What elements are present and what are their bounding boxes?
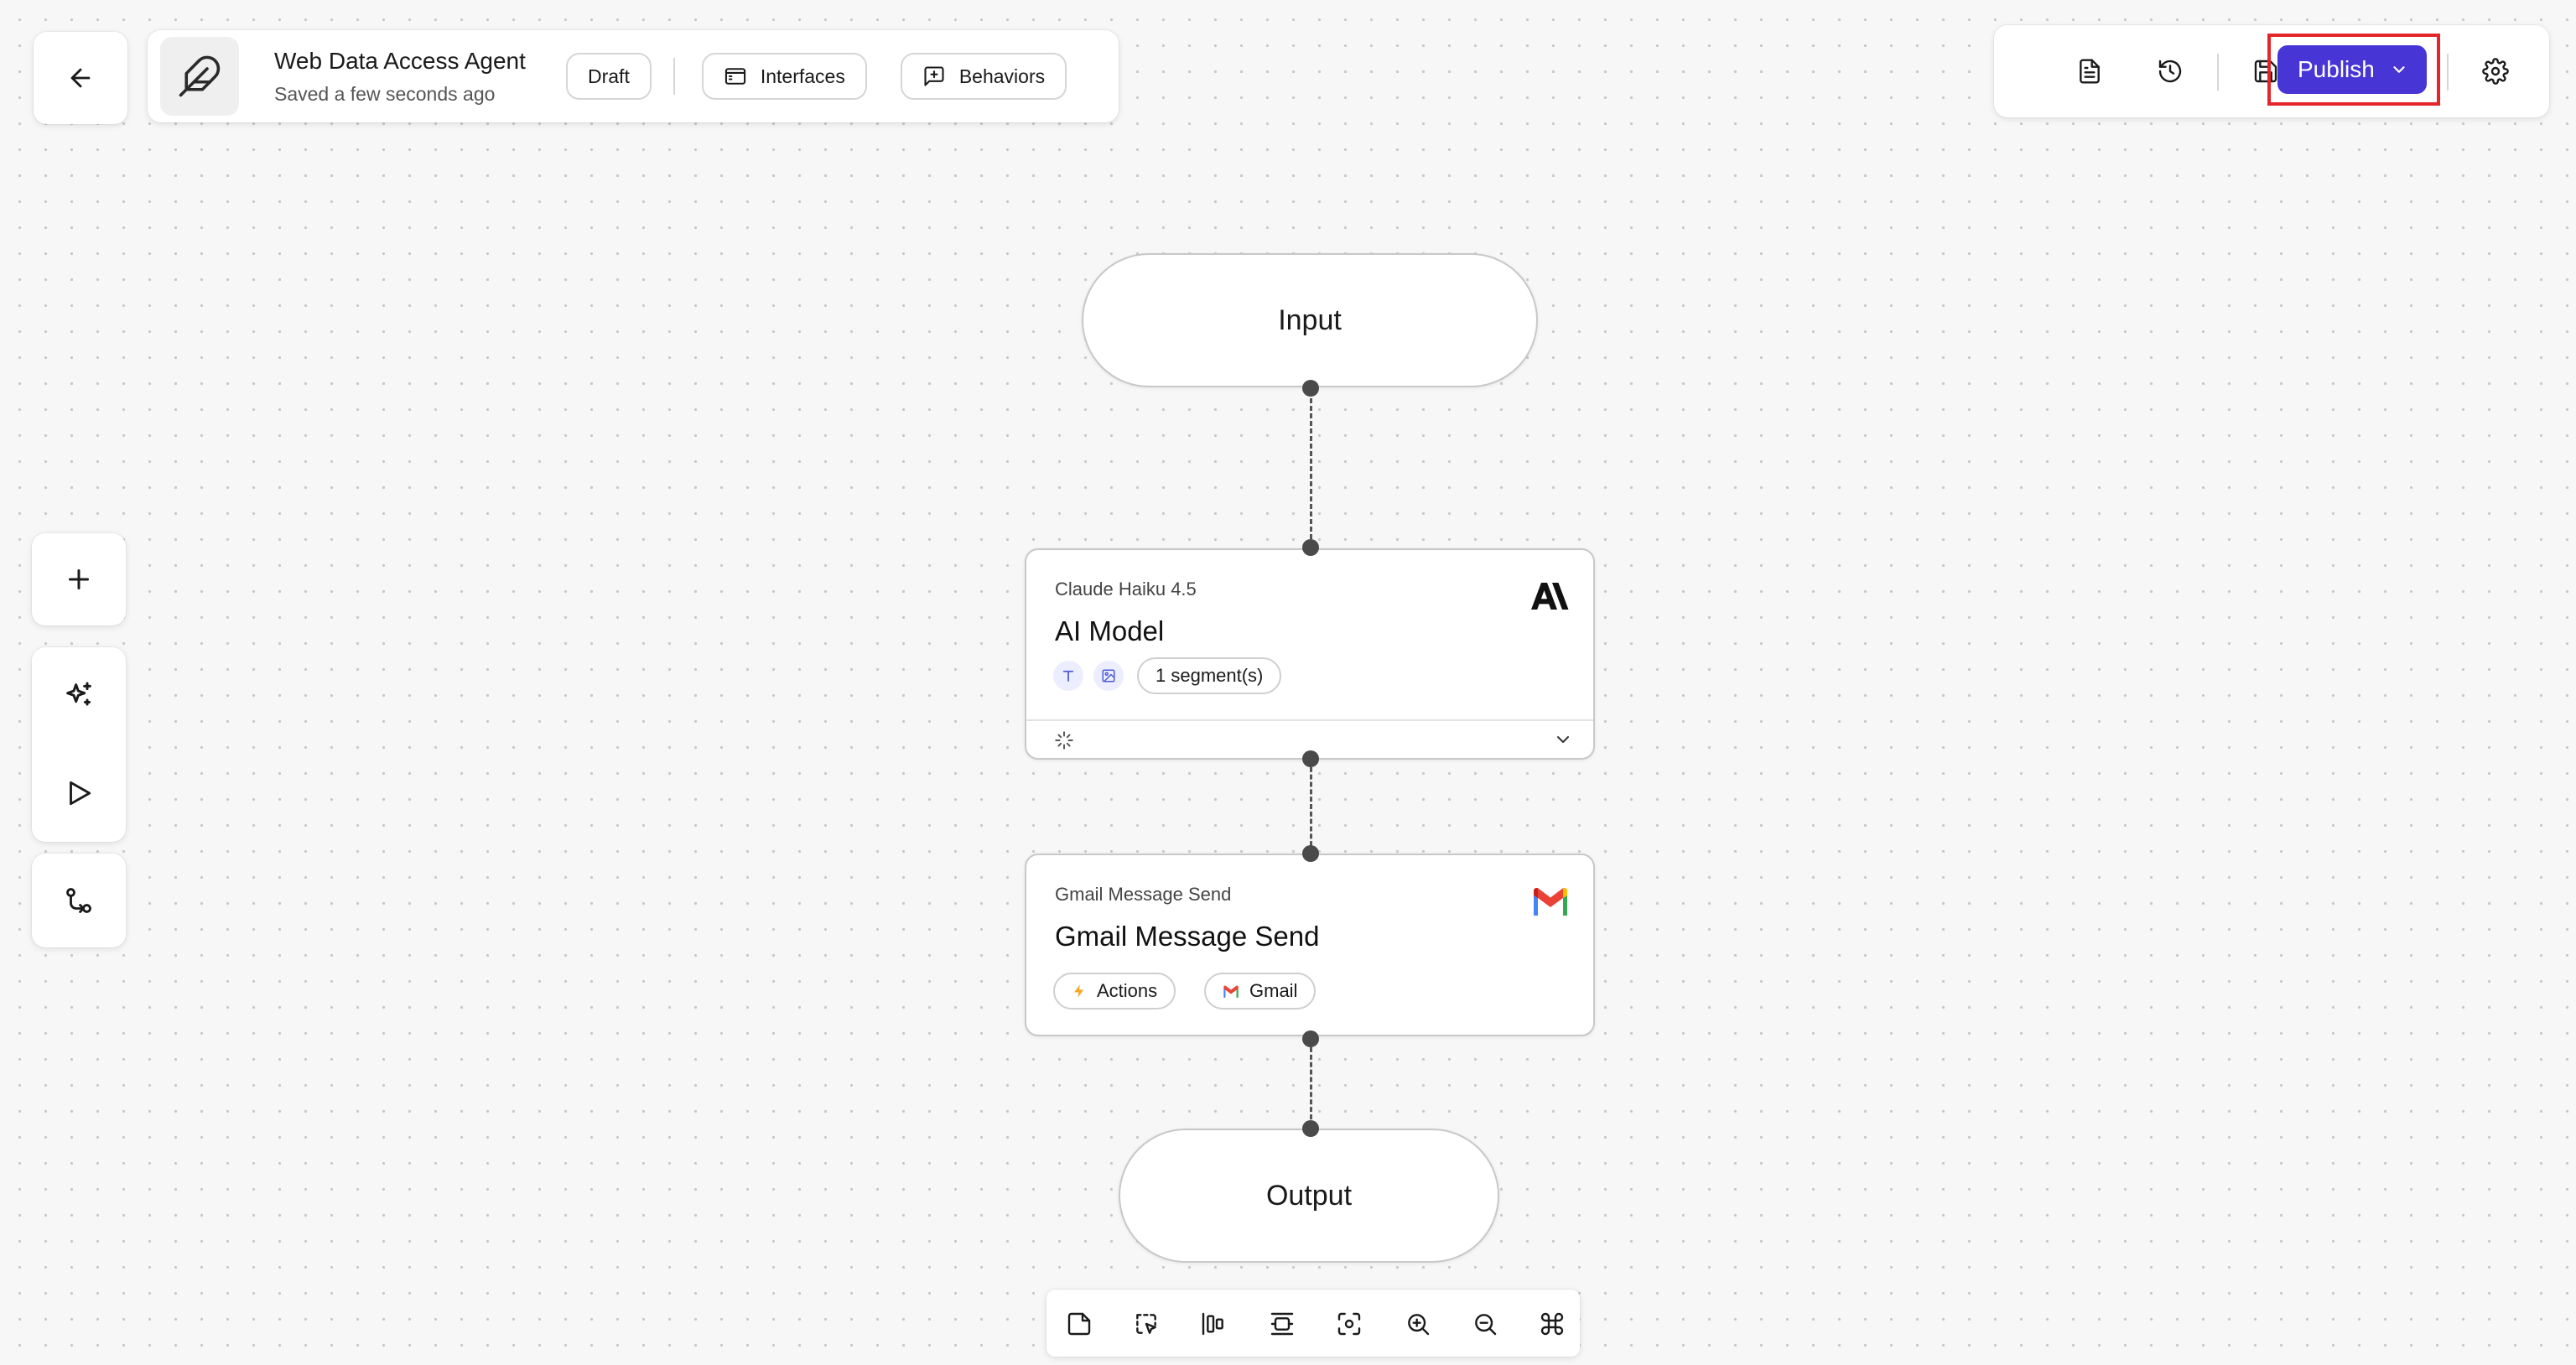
gmail-node-out-port[interactable] [1302, 1030, 1319, 1047]
arrow-left-icon [70, 68, 91, 88]
zoom-out-button[interactable] [1469, 1308, 1501, 1340]
lightning-icon [1074, 984, 1084, 998]
message-plus-icon [924, 66, 944, 86]
input-node[interactable]: Input [1082, 253, 1538, 387]
edge-ai-to-gmail [1310, 760, 1312, 854]
gmail-label: Gmail [1249, 980, 1298, 1001]
segments-label: 1 segment(s) [1156, 665, 1264, 686]
feather-icon [179, 55, 221, 97]
ai-node-title: AI Model [1055, 615, 1165, 646]
publish-label: Publish [2298, 56, 2375, 82]
run-button[interactable] [32, 745, 126, 842]
window-icon [724, 68, 745, 85]
plus-icon [69, 569, 89, 589]
save-status: Saved a few seconds ago [274, 82, 496, 105]
image-input-indicator [1093, 661, 1124, 691]
ai-node-model-name: Claude Haiku 4.5 [1055, 579, 1197, 599]
gmail-logo [1534, 888, 1567, 916]
settings-button[interactable] [2474, 49, 2517, 93]
zoom-in-icon [1408, 1314, 1430, 1336]
back-button[interactable] [34, 32, 127, 124]
note-icon [1067, 1312, 1091, 1336]
ai-model-node[interactable]: Claude Haiku 4.5 AI Model 1 segment(s) [1025, 548, 1595, 760]
sparkles-icon [66, 682, 91, 706]
gmail-small-logo [1223, 985, 1239, 998]
shortcuts-button[interactable] [1536, 1308, 1568, 1340]
actions-label: Actions [1097, 980, 1158, 1001]
add-note-button[interactable] [1063, 1308, 1095, 1340]
ai-assist-button[interactable] [32, 647, 126, 745]
draft-status-badge[interactable]: Draft [566, 53, 652, 100]
distribute-button[interactable] [1197, 1308, 1229, 1340]
agent-header: Web Data Access Agent Saved a few second… [148, 30, 1119, 122]
input-node-label: Input [1278, 304, 1342, 336]
toolbar-divider [2447, 54, 2449, 91]
gear-icon [2482, 58, 2509, 85]
ai-node-in-port[interactable] [1302, 539, 1319, 556]
edge-gmail-to-output [1310, 1040, 1312, 1127]
align-distribute-icon [1202, 1312, 1223, 1336]
play-icon [70, 781, 91, 806]
history-icon [2158, 60, 2182, 83]
image-icon [1102, 669, 1115, 682]
anthropic-logo [1531, 583, 1569, 610]
toolbar-divider [2217, 54, 2219, 91]
header-divider [673, 58, 675, 95]
select-icon [1136, 1314, 1156, 1334]
gmail-message-send-node[interactable]: Gmail Message Send Gmail Message Send Ac… [1025, 854, 1595, 1036]
gmail-node-title: Gmail Message Send [1055, 921, 1320, 952]
behaviors-label: Behaviors [958, 65, 1046, 87]
versions-button[interactable] [32, 854, 126, 947]
select-tool-button[interactable] [1130, 1308, 1162, 1340]
gmail-node-in-port[interactable] [1302, 845, 1319, 862]
sparkle-grid-icon[interactable] [1053, 729, 1075, 751]
align-center-button[interactable] [1266, 1308, 1298, 1340]
ai-node-out-port[interactable] [1302, 750, 1319, 767]
agent-avatar[interactable] [160, 37, 239, 116]
fit-view-icon [1337, 1312, 1361, 1336]
document-button[interactable] [2068, 49, 2111, 93]
interfaces-label: Interfaces [760, 65, 845, 87]
document-icon [2080, 59, 2100, 84]
input-node-out-port[interactable] [1302, 380, 1319, 397]
history-button[interactable] [2148, 49, 2192, 93]
output-node-label: Output [1265, 1179, 1353, 1212]
fit-view-button[interactable] [1333, 1308, 1365, 1340]
edge-input-to-ai [1310, 391, 1312, 547]
text-input-indicator [1053, 661, 1083, 691]
canvas-controls-toolbar [1046, 1290, 1580, 1357]
agent-title[interactable]: Web Data Access Agent [274, 48, 543, 75]
gmail-node-integration-name: Gmail Message Send [1055, 884, 1232, 905]
left-tools-group [32, 647, 126, 842]
align-center-icon [1270, 1312, 1294, 1336]
zoom-in-button[interactable] [1402, 1308, 1434, 1340]
zoom-out-icon [1475, 1314, 1497, 1336]
interfaces-button[interactable]: Interfaces [701, 53, 867, 100]
chevron-down-icon[interactable] [2390, 60, 2408, 79]
text-icon [1062, 670, 1074, 682]
actions-badge[interactable]: Actions [1053, 973, 1176, 1009]
segments-badge[interactable]: 1 segment(s) [1137, 657, 1282, 694]
command-icon [1540, 1312, 1564, 1336]
publish-button[interactable]: Publish [2277, 45, 2427, 94]
output-node[interactable]: Output [1119, 1129, 1499, 1263]
node-footer-divider [1026, 719, 1593, 721]
draft-label: Draft [588, 65, 630, 87]
add-node-button[interactable] [32, 533, 126, 625]
behaviors-button[interactable]: Behaviors [900, 53, 1067, 100]
output-node-in-port[interactable] [1302, 1120, 1319, 1137]
chevron-down-icon[interactable] [1553, 729, 1573, 750]
git-compare-icon [66, 888, 91, 913]
gmail-badge[interactable]: Gmail [1204, 973, 1317, 1009]
